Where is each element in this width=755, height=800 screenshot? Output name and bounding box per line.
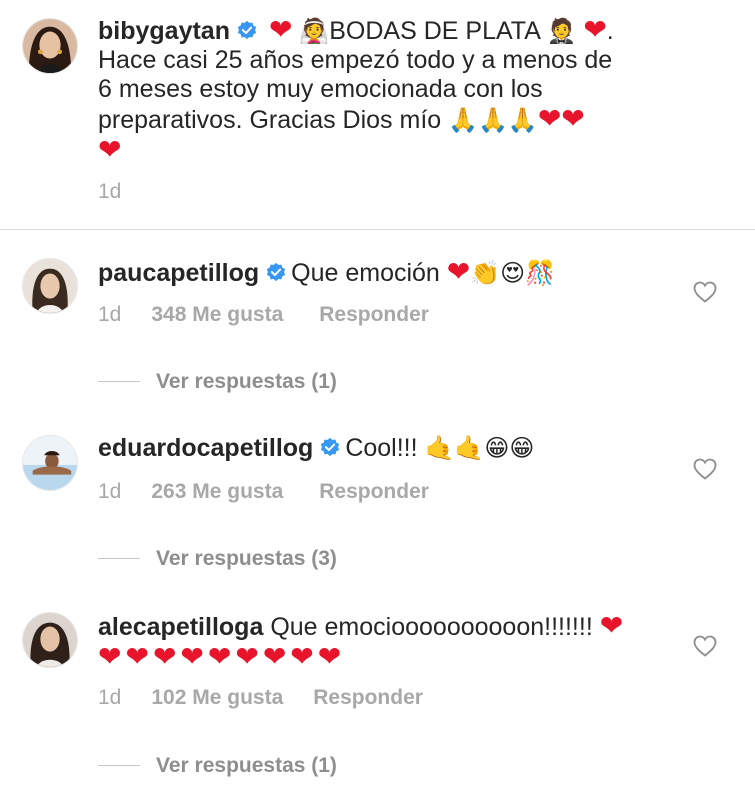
heart-outline-icon[interactable]: [693, 458, 717, 480]
reply-button[interactable]: Responder: [319, 303, 429, 327]
caption-divider: [0, 229, 755, 230]
replies-divider-line: [98, 765, 140, 766]
pray-emoji: 🙏: [478, 107, 508, 134]
comment-body: Cool!!!: [345, 434, 418, 462]
comment-text: paucapetillog Que emoción ❤👏😍🎊: [98, 257, 678, 288]
verified-badge-icon: [319, 437, 341, 459]
caption-username[interactable]: bibygaytan: [98, 17, 230, 45]
caption-line-2: Hace casi 25 años empezó todo y a menos …: [98, 46, 613, 74]
comment-timestamp: 1d: [98, 686, 122, 709]
heart-emoji: ❤: [125, 641, 153, 672]
call-me-hand-emoji: 🤙: [424, 435, 455, 462]
comment-likes-count[interactable]: 348 Me gusta: [151, 303, 283, 327]
verified-badge-icon: [265, 262, 287, 284]
view-replies-button[interactable]: Ver respuestas (1): [156, 754, 337, 778]
comment-meta: 1d 102 Me gusta Responder: [98, 686, 423, 710]
view-replies-button[interactable]: Ver respuestas (3): [156, 547, 337, 571]
comment-avatar[interactable]: [22, 258, 78, 314]
caption-meta: 1d: [98, 180, 121, 204]
pray-emoji: 🙏: [448, 107, 479, 134]
heart-emoji: ❤: [262, 641, 291, 672]
heart-emoji: ❤: [583, 14, 607, 45]
comment-timestamp: 1d: [98, 480, 122, 503]
grin-emoji: 😁: [484, 435, 510, 462]
heart-emoji: ❤: [180, 641, 208, 672]
comment-body: Que emocioooooooooon!!!!!!!: [270, 613, 593, 641]
bride-emoji: 👰: [299, 18, 330, 45]
comment-meta: 1d 348 Me gusta Responder: [98, 303, 429, 327]
heart-outline-icon[interactable]: [693, 281, 717, 303]
heart-emoji: ❤: [207, 641, 236, 672]
heart-emoji: ❤: [290, 641, 318, 672]
comment-username[interactable]: paucapetillog: [98, 259, 259, 287]
comment-body: Que emoción: [291, 259, 440, 287]
heart-emoji: ❤: [537, 103, 562, 134]
groom-emoji: 🤵: [546, 18, 577, 45]
confetti-emoji: 🎊: [525, 260, 556, 287]
reply-button[interactable]: Responder: [319, 480, 429, 504]
caption-text: bibygaytan ❤ 👰BODAS DE PLATA 🤵 ❤. Hace c…: [98, 15, 748, 166]
clap-emoji: 👏: [470, 260, 501, 287]
comment-meta: 1d 263 Me gusta Responder: [98, 480, 429, 504]
comment-likes-count[interactable]: 263 Me gusta: [151, 480, 283, 504]
heart-emoji: ❤: [446, 256, 471, 287]
verified-badge-icon: [236, 20, 258, 42]
comment-username[interactable]: alecapetilloga: [98, 613, 263, 641]
pray-emoji: 🙏: [507, 107, 538, 134]
reply-button[interactable]: Responder: [313, 686, 423, 710]
heart-emoji: ❤: [98, 134, 122, 165]
caption-line-4: preparativos. Gracias Dios mío: [98, 106, 442, 134]
comment-username[interactable]: eduardocapetillog: [98, 434, 313, 462]
heart-eyes-emoji: 😍: [500, 260, 526, 287]
comment-avatar[interactable]: [22, 435, 78, 491]
period: .: [606, 17, 614, 45]
heart-emoji: ❤: [561, 103, 585, 134]
heart-emoji: ❤: [599, 610, 624, 641]
call-me-hand-emoji: 🤙: [454, 435, 485, 462]
grin-emoji: 😁: [509, 435, 535, 462]
heart-emoji: ❤: [235, 641, 263, 672]
caption-line-3: 6 meses estoy muy emocionada con los: [98, 75, 543, 103]
caption-avatar[interactable]: [22, 18, 78, 74]
caption-timestamp: 1d: [98, 180, 122, 203]
comment-text: eduardocapetillog Cool!!! 🤙🤙😁😁: [98, 434, 678, 463]
caption-line-1: BODAS DE PLATA: [329, 17, 540, 45]
view-replies-button[interactable]: Ver respuestas (1): [156, 370, 337, 394]
comment-avatar[interactable]: [22, 612, 78, 668]
replies-divider-line: [98, 381, 140, 382]
replies-divider-line: [98, 558, 140, 559]
heart-emoji: ❤: [317, 641, 346, 672]
comment-likes-count[interactable]: 102 Me gusta: [151, 686, 283, 710]
comment-timestamp: 1d: [98, 303, 122, 326]
heart-outline-icon[interactable]: [693, 635, 717, 657]
comment-text: alecapetilloga Que emocioooooooooon!!!!!…: [98, 611, 678, 673]
heart-emoji: ❤: [268, 14, 293, 45]
heart-emoji: ❤: [98, 641, 126, 672]
heart-emoji: ❤: [152, 641, 181, 672]
